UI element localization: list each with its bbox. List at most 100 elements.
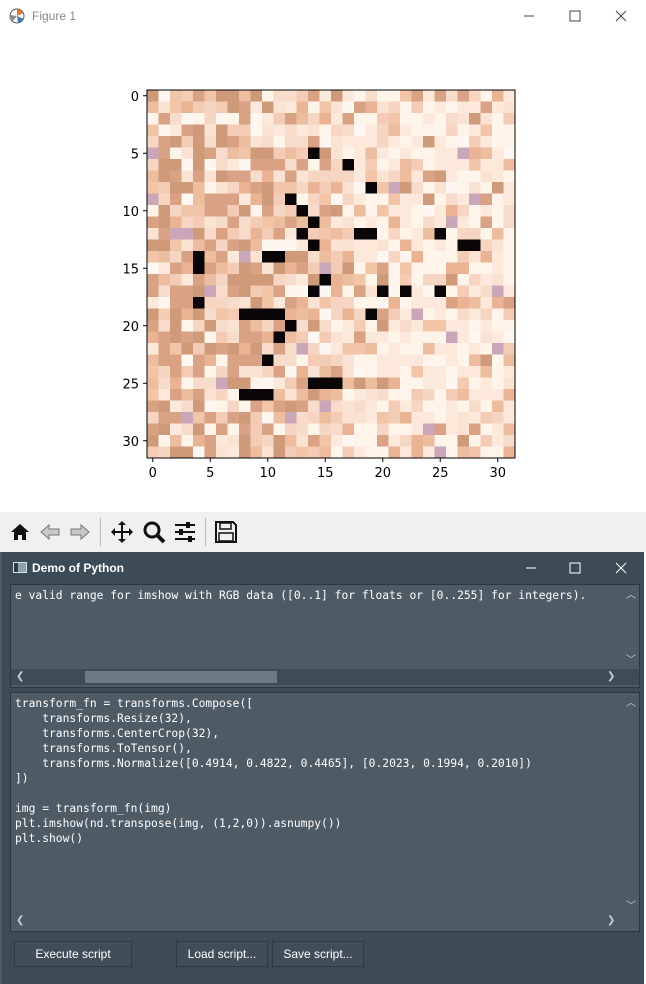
script-horizontal-scrollbar[interactable]: ❮ ❯ xyxy=(11,915,639,931)
image-pixel xyxy=(400,101,412,114)
image-pixel xyxy=(273,320,286,332)
image-pixel xyxy=(469,285,481,298)
toolbar-separator xyxy=(205,518,206,546)
pan-button[interactable] xyxy=(108,518,136,546)
image-pixel xyxy=(331,400,343,413)
scroll-down-icon[interactable]: ﹀ xyxy=(626,897,636,912)
maximize-button[interactable] xyxy=(552,0,598,32)
image-pixel xyxy=(457,274,470,286)
image-pixel xyxy=(285,216,297,229)
image-pixel xyxy=(170,113,182,125)
script-text[interactable]: transform_fn = transforms.Compose([ tran… xyxy=(15,696,532,846)
image-pixel xyxy=(446,423,458,436)
image-pixel xyxy=(273,285,286,298)
image-pixel xyxy=(158,170,171,183)
save-icon xyxy=(215,521,237,543)
forward-button[interactable] xyxy=(66,518,94,546)
script-editor[interactable]: transform_fn = transforms.Compose([ tran… xyxy=(11,693,623,913)
scroll-right-icon[interactable]: ❯ xyxy=(607,671,615,682)
image-pixel xyxy=(342,412,355,424)
figure-canvas[interactable]: 0 5 10 15 20 25 30 0 5 10 15 20 25 30 xyxy=(0,32,646,512)
save-script-button[interactable]: Save script... xyxy=(272,941,364,967)
image-pixel xyxy=(365,423,378,436)
image-pixel xyxy=(204,343,217,355)
image-pixel xyxy=(319,400,332,413)
image-pixel xyxy=(331,193,343,206)
image-pixel xyxy=(319,308,332,321)
minimize-button[interactable] xyxy=(506,0,552,32)
demo-minimize-button[interactable] xyxy=(508,552,554,584)
image-pixel xyxy=(204,389,217,401)
configure-subplots-button[interactable] xyxy=(171,518,199,546)
image-pixel xyxy=(193,308,205,321)
image-pixel xyxy=(239,113,251,125)
image-pixel xyxy=(204,101,217,114)
image-pixel xyxy=(296,274,309,286)
image-pixel xyxy=(181,193,194,206)
scroll-down-icon[interactable]: ﹀ xyxy=(626,651,636,666)
window-icon xyxy=(13,562,27,573)
image-pixel xyxy=(147,343,159,355)
image-pixel xyxy=(388,412,401,424)
figure-window: Figure 1 0 5 10 15 20 25 30 0 5 10 15 20 25 30 xyxy=(0,0,646,552)
execute-script-button[interactable]: Execute script xyxy=(14,941,132,967)
image-pixel xyxy=(480,216,493,229)
image-pixel xyxy=(285,147,297,160)
image-pixel xyxy=(480,136,493,148)
image-pixel xyxy=(503,354,516,367)
image-pixel xyxy=(216,182,228,194)
image-pixel xyxy=(250,147,263,160)
image-pixel xyxy=(342,320,355,332)
image-pixel xyxy=(308,435,320,447)
save-figure-button[interactable] xyxy=(212,518,240,546)
image-pixel xyxy=(469,366,481,378)
scroll-up-icon[interactable]: ︿ xyxy=(626,694,636,709)
scroll-left-icon[interactable]: ❮ xyxy=(16,671,24,682)
image-pixel xyxy=(227,205,240,217)
horizontal-scroll-thumb[interactable] xyxy=(85,671,277,683)
scroll-right-icon[interactable]: ❯ xyxy=(607,915,615,926)
image-pixel xyxy=(158,216,171,229)
image-pixel xyxy=(158,136,171,148)
home-button[interactable] xyxy=(6,518,34,546)
back-button[interactable] xyxy=(36,518,64,546)
image-pixel xyxy=(331,285,343,298)
output-vertical-scrollbar[interactable]: ︿ ﹀ xyxy=(623,585,639,669)
image-pixel xyxy=(400,285,412,298)
image-pixel xyxy=(262,366,274,378)
image-pixel xyxy=(227,90,240,102)
image-pixel xyxy=(193,251,205,263)
image-pixel xyxy=(181,354,194,367)
image-pixel xyxy=(469,400,481,413)
image-pixel xyxy=(434,205,447,217)
image-pixel xyxy=(181,262,194,275)
zoom-button[interactable] xyxy=(140,518,168,546)
image-pixel xyxy=(262,297,274,309)
image-pixel xyxy=(457,320,470,332)
scroll-left-icon[interactable]: ❮ xyxy=(16,915,24,926)
image-pixel xyxy=(308,389,320,401)
image-pixel xyxy=(331,124,343,137)
image-pixel xyxy=(411,285,424,298)
image-pixel xyxy=(400,400,412,413)
script-vertical-scrollbar[interactable]: ︿ ﹀ xyxy=(623,693,639,915)
demo-close-button[interactable] xyxy=(598,552,644,584)
output-horizontal-scrollbar[interactable]: ❮ ❯ xyxy=(11,669,639,685)
scroll-up-icon[interactable]: ︿ xyxy=(626,586,636,601)
image-pixel xyxy=(170,262,182,275)
demo-maximize-button[interactable] xyxy=(552,552,598,584)
image-pixel xyxy=(446,239,458,252)
image-pixel xyxy=(227,216,240,229)
image-pixel xyxy=(492,377,504,390)
close-button[interactable] xyxy=(598,0,644,32)
image-pixel xyxy=(158,239,171,252)
image-pixel xyxy=(239,320,251,332)
image-pixel xyxy=(227,366,240,378)
image-pixel xyxy=(204,239,217,252)
image-pixel xyxy=(492,182,504,194)
image-pixel xyxy=(469,446,481,459)
image-pixel xyxy=(342,216,355,229)
image-pixel xyxy=(457,423,470,436)
image-pixel xyxy=(411,193,424,206)
load-script-button[interactable]: Load script... xyxy=(176,941,268,967)
